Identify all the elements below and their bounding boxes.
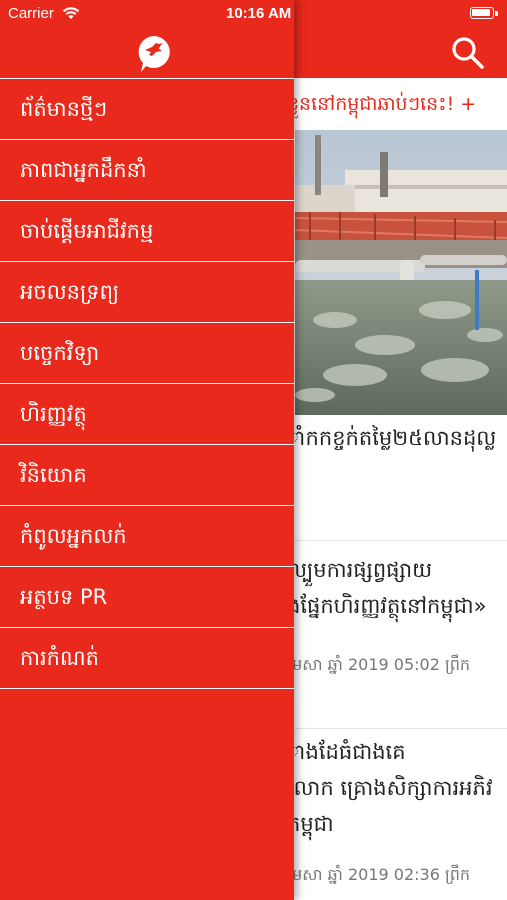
- carrier-label: Carrier: [8, 5, 54, 22]
- divider: [295, 728, 507, 729]
- article-date: មេសា ឆ្នាំ 2019 02:36 ព្រឹក: [287, 865, 471, 884]
- article-title-line: ល្បួមការផ្សព្វផ្សាយ: [287, 558, 433, 582]
- status-bar: Carrier 10:16 AM: [0, 0, 294, 28]
- article-item[interactable]: ាំកកខ្ចក់តម្លៃ២៥លានដុល្ល: [287, 420, 507, 456]
- article-title: ាំកកខ្ចក់តម្លៃ២៥លានដុល្ល: [287, 426, 497, 450]
- battery-cap: [495, 11, 498, 16]
- menu-item-leadership[interactable]: ភាពជាអ្នកដឹកនាំ: [0, 140, 294, 201]
- search-icon[interactable]: [451, 36, 485, 70]
- bird-speech-bubble-logo-icon[interactable]: [137, 35, 171, 73]
- wifi-icon: [62, 7, 80, 19]
- article-title-line: ាងដែធំជាងគេ: [287, 740, 406, 764]
- menu-item-investment[interactable]: វិនិយោគ: [0, 445, 294, 506]
- article-item[interactable]: ល្បួមការផ្សព្វផ្សាយ ងផ្នែកហិរញ្ញវត្ថុនៅក…: [287, 552, 507, 678]
- battery-icon: [470, 7, 494, 19]
- menu-item-settings[interactable]: ការកំណត់: [0, 628, 294, 689]
- article-hero-image[interactable]: [295, 130, 507, 415]
- menu-item-top-sellers[interactable]: កំពូលអ្នកលក់: [0, 506, 294, 567]
- divider: [295, 540, 507, 541]
- menu-item-finance[interactable]: ហិរញ្ញវត្ថុ: [0, 384, 294, 445]
- menu-item-real-estate[interactable]: អចលនទ្រព្យ: [0, 262, 294, 323]
- status-time: 10:16 AM: [226, 5, 292, 22]
- ticker-text: ខ្លួននៅកម្ពុជាឆាប់ៗនេះ! +: [287, 93, 477, 115]
- menu-item-latest-news[interactable]: ព័ត៌មានថ្មីៗ: [0, 79, 294, 140]
- menu-item-technology[interactable]: បច្ចេកវិទ្យា: [0, 323, 294, 384]
- drawer-menu: ព័ត៌មានថ្មីៗ ភាពជាអ្នកដឹកនាំ ចាប់ផ្តើមអា…: [0, 78, 294, 689]
- menu-item-pr-articles[interactable]: អត្ថបទ PR: [0, 567, 294, 628]
- article-date: មេសា ឆ្នាំ 2019 05:02 ព្រឹក: [287, 655, 471, 674]
- navigation-drawer: Carrier 10:16 AM ព័ត៌មានថ្មីៗ ភាពជាអ្នកដ…: [0, 0, 294, 900]
- article-title-line: លោក គ្រោងសិក្សាការអភិវ: [287, 776, 493, 800]
- article-item[interactable]: ាងដែធំជាងគេ លោក គ្រោងសិក្សាការអភិវ កម្ពុ…: [287, 734, 507, 888]
- article-title-line: កម្ពុជា: [287, 812, 334, 836]
- article-title-line: ងផ្នែកហិរញ្ញវត្ថុនៅកម្ពុជា»: [287, 594, 487, 618]
- menu-item-startup[interactable]: ចាប់ផ្តើមអាជីវកម្ម: [0, 201, 294, 262]
